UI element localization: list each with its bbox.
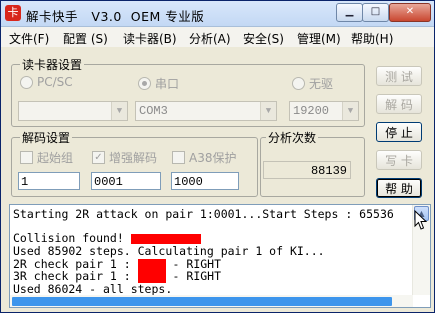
- checkbox-box: [20, 151, 33, 164]
- maximize-button[interactable]: □: [362, 3, 389, 22]
- close-icon: ✕: [405, 6, 415, 17]
- decode-button[interactable]: 解 码: [376, 94, 422, 114]
- radio-label: 串口: [155, 77, 180, 91]
- window-title: 解卡快手 V3.0 OEM 专业版: [26, 9, 205, 24]
- log-output[interactable]: Starting 2R attack on pair 1:0001...Star…: [9, 204, 431, 308]
- radio-dot: [292, 77, 305, 90]
- port-select[interactable]: COM3 ▼: [135, 101, 277, 121]
- checkbox-label: 增强解码: [109, 151, 158, 165]
- close-button[interactable]: ✕: [389, 3, 431, 22]
- stop-button[interactable]: 停 止: [376, 122, 422, 142]
- radio-pcsc[interactable]: PC/SC: [20, 75, 73, 89]
- scroll-thumb[interactable]: [12, 297, 392, 306]
- baud-select-value: 19200: [293, 104, 330, 118]
- radio-label: 无驱: [309, 77, 334, 91]
- checkbox-a38-protect[interactable]: A38保护: [172, 149, 236, 166]
- chevron-down-icon: ▼: [342, 102, 358, 120]
- log-line-text: 3R check pair 1 :: [13, 269, 138, 283]
- reader-settings-legend: 读卡器设置: [20, 56, 85, 73]
- checkbox-enhanced-decode[interactable]: ✓ 增强解码: [92, 149, 157, 166]
- minimize-button[interactable]: ▁: [336, 3, 363, 22]
- check-icon: ✓: [92, 151, 105, 164]
- checkbox-box: [172, 151, 185, 164]
- radio-serial[interactable]: 串口: [138, 75, 179, 92]
- write-card-button[interactable]: 写 卡: [376, 150, 422, 170]
- app-window: 卡 解卡快手 V3.0 OEM 专业版 ▁ □ ✕ 文件(F) 配置 (S) 读…: [0, 0, 435, 313]
- mouse-cursor-icon: [414, 210, 428, 230]
- log-line: Starting 2R attack on pair 1:0001...Star…: [13, 207, 394, 221]
- redaction-mark: [137, 270, 166, 283]
- title-bar[interactable]: 卡 解卡快手 V3.0 OEM 专业版 ▁ □ ✕: [1, 1, 434, 27]
- minimize-icon: ▁: [345, 6, 354, 17]
- app-icon: 卡: [5, 5, 21, 21]
- menu-help[interactable]: 帮助(H): [351, 30, 393, 47]
- chevron-down-icon: ▼: [111, 102, 127, 120]
- chevron-down-icon: ▼: [260, 102, 276, 120]
- radio-dot: [20, 75, 33, 89]
- log-line: 3R check pair 1 : - RIGHT: [13, 270, 221, 283]
- redaction-mark: [137, 258, 166, 271]
- checkbox-label: 起始组: [37, 151, 74, 165]
- radio-driverless[interactable]: 无驱: [292, 75, 333, 92]
- protect-count-field[interactable]: 1000: [171, 172, 239, 190]
- decode-settings-legend: 解码设置: [20, 129, 73, 146]
- radio-dot: [138, 77, 151, 90]
- menu-file[interactable]: 文件(F): [9, 30, 49, 47]
- port-select-value: COM3: [139, 104, 168, 118]
- log-line-text: Collision found!: [13, 231, 131, 245]
- menu-manage[interactable]: 管理(M): [297, 30, 341, 47]
- redaction-mark: [130, 233, 201, 244]
- menu-security[interactable]: 安全(S): [243, 30, 284, 47]
- decode-settings-group: 解码设置 起始组 ✓ 增强解码 A38保护 1 0001 1000: [11, 129, 258, 197]
- log-line: Collision found!: [13, 232, 201, 244]
- menu-analysis[interactable]: 分析(A): [189, 30, 231, 47]
- device-select[interactable]: ▼: [18, 101, 128, 121]
- log-line-tail: - RIGHT: [165, 269, 222, 283]
- baud-select[interactable]: 19200 ▼: [289, 101, 359, 121]
- test-button[interactable]: 测 试: [376, 66, 422, 86]
- checkbox-start-group[interactable]: 起始组: [20, 149, 73, 166]
- horizontal-scrollbar[interactable]: [10, 295, 413, 307]
- help-button[interactable]: 帮 助: [376, 178, 422, 198]
- menu-reader[interactable]: 读卡器(B): [123, 30, 177, 47]
- radio-label: PC/SC: [37, 75, 73, 89]
- log-line: Used 85902 steps. Calculating pair 1 of …: [13, 244, 325, 258]
- analysis-count-group: 分析次数 88139: [260, 129, 365, 197]
- maximize-icon: □: [370, 6, 381, 17]
- start-group-field[interactable]: 1: [18, 172, 80, 190]
- menu-config[interactable]: 配置 (S): [63, 30, 108, 47]
- group-number-field[interactable]: 0001: [91, 172, 161, 190]
- checkbox-label: A38保护: [189, 151, 237, 165]
- analysis-count-value: 88139: [263, 161, 351, 179]
- reader-settings-group: 读卡器设置 PC/SC 串口 无驱 ▼ COM3 ▼ 19200 ▼: [11, 56, 365, 127]
- menu-bar: 文件(F) 配置 (S) 读卡器(B) 分析(A) 安全(S) 管理(M) 帮助…: [1, 27, 434, 47]
- log-line: Used 86024 - all steps.: [13, 282, 173, 296]
- analysis-count-legend: 分析次数: [266, 129, 319, 146]
